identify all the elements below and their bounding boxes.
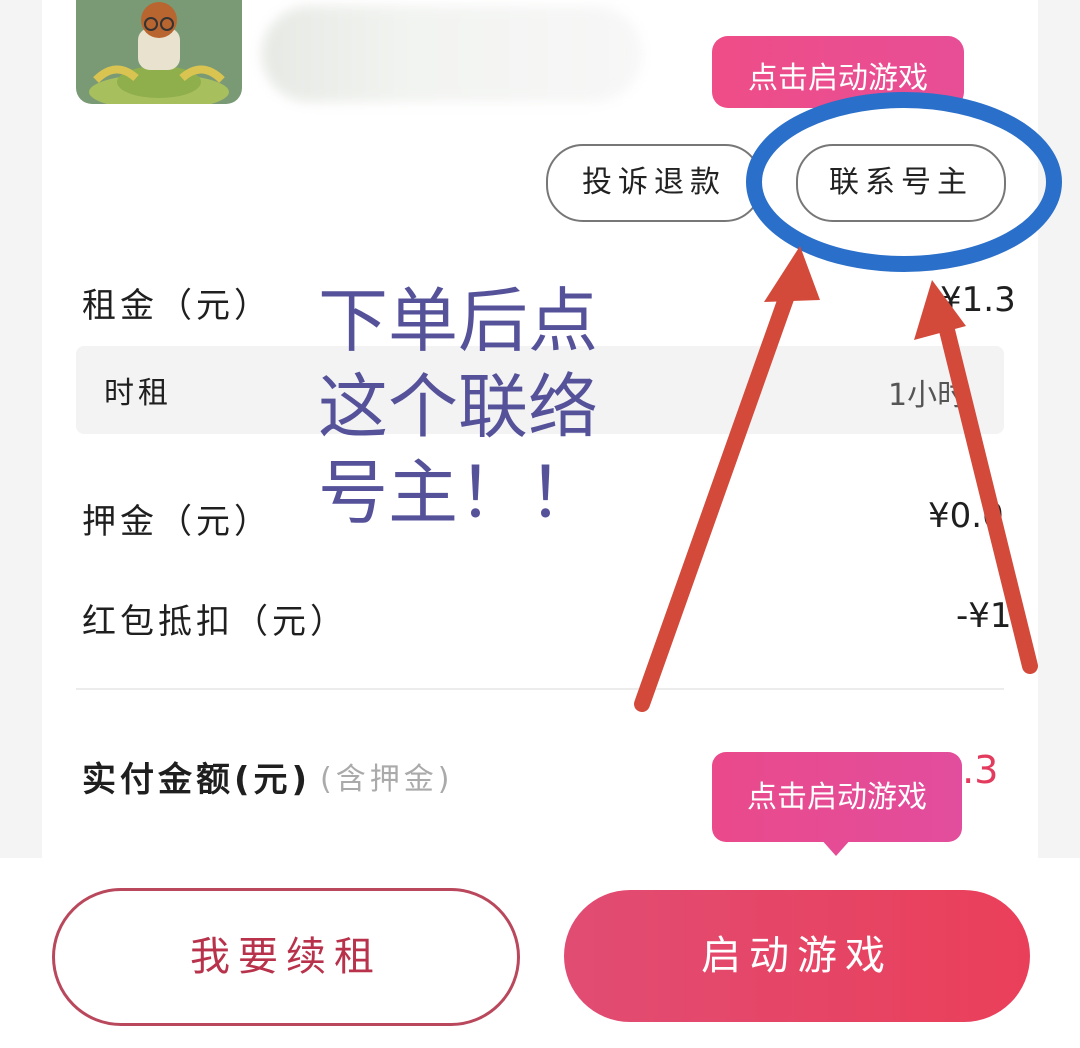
arrow-icon bbox=[634, 246, 820, 712]
highlight-circle-icon bbox=[746, 92, 1062, 272]
annotation-overlay bbox=[634, 92, 1062, 712]
arrow-icon bbox=[914, 280, 1038, 674]
